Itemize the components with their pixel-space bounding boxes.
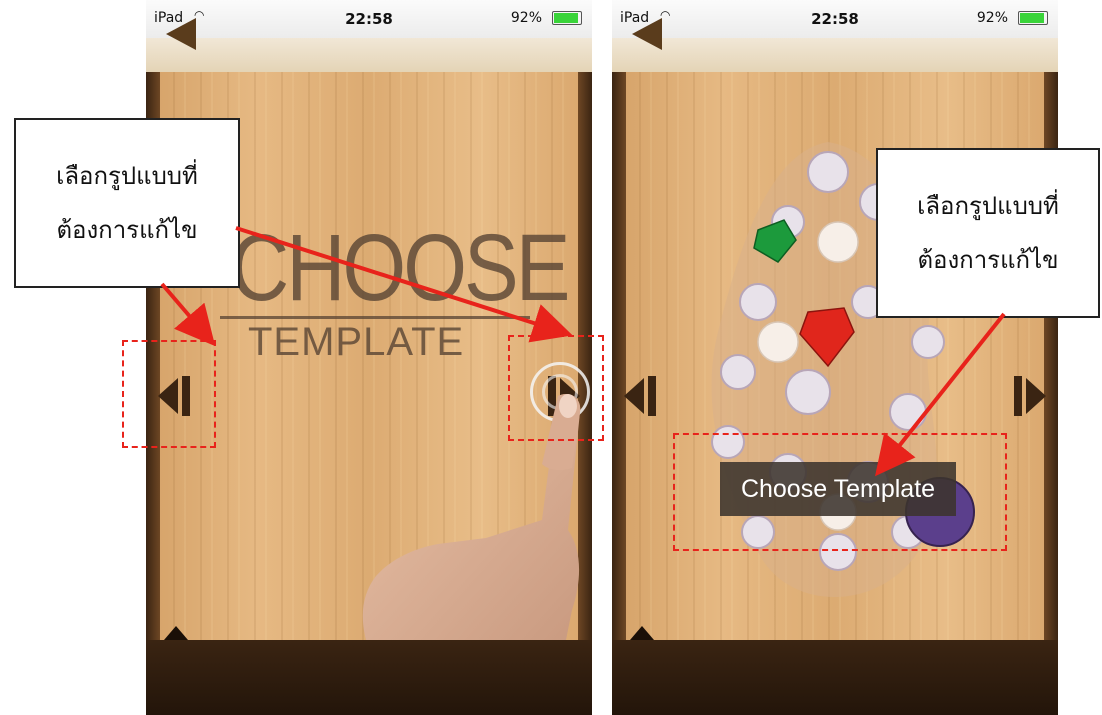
nav-strip (146, 38, 592, 74)
bottom-toolbar (146, 640, 592, 715)
instruction-callout-left: เลือกรูปแบบที่ ต้องการแก้ไข (14, 118, 240, 288)
next-template-icon[interactable] (1006, 372, 1046, 420)
phone-screen-right: iPad ◠ 22:58 92% Choose Template (612, 0, 1058, 715)
battery-percent: 92% (976, 10, 1008, 26)
highlight-next-button (508, 335, 604, 441)
battery-icon (1018, 11, 1048, 25)
wood-frame-left (612, 72, 626, 640)
highlight-choose-template-button (673, 433, 1007, 551)
bottom-toolbar (612, 640, 1058, 715)
status-bar: iPad ◠ 22:58 92% (146, 0, 592, 39)
toolbar-notch (630, 626, 654, 640)
back-arrow-icon[interactable] (166, 18, 196, 50)
battery-percent: 92% (510, 10, 542, 26)
battery-icon (552, 11, 582, 25)
nav-strip (612, 38, 1058, 74)
heading-divider (220, 316, 530, 319)
toolbar-notch (164, 626, 188, 640)
callout-line-1: เลือกรูปแบบที่ (56, 162, 198, 190)
template-subheading: TEMPLATE (248, 320, 465, 364)
callout-line-2: ต้องการแก้ไข (917, 246, 1059, 274)
highlight-previous-button (122, 340, 216, 448)
choose-heading: CHOOSE (230, 216, 570, 321)
status-bar: iPad ◠ 22:58 92% (612, 0, 1058, 39)
callout-line-2: ต้องการแก้ไข (56, 216, 198, 244)
instruction-callout-right: เลือกรูปแบบที่ ต้องการแก้ไข (876, 148, 1100, 318)
previous-template-icon[interactable] (624, 372, 664, 420)
callout-line-1: เลือกรูปแบบที่ (917, 192, 1059, 220)
back-arrow-icon[interactable] (632, 18, 662, 50)
